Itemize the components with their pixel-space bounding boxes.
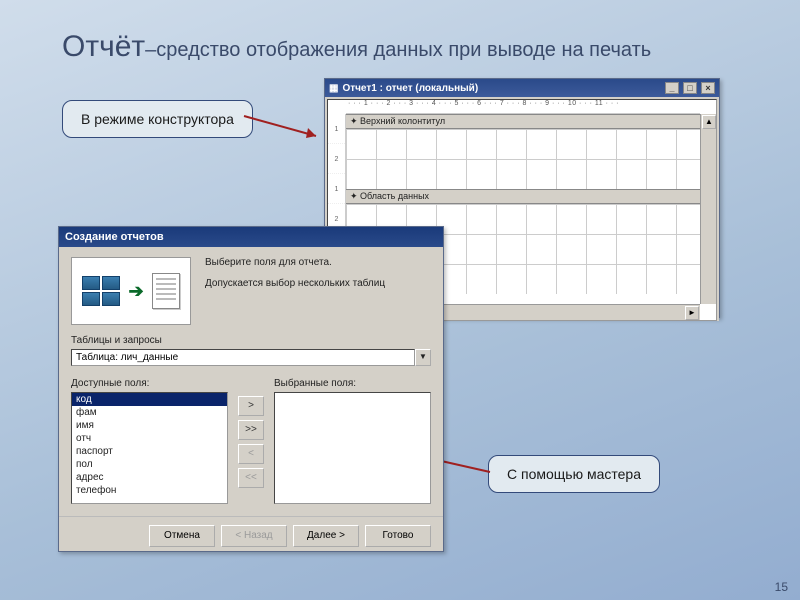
available-fields-label: Доступные поля:	[71, 378, 149, 389]
list-item[interactable]: пол	[72, 458, 227, 471]
section-header-bar[interactable]: ✦ Верхний колонтитул	[346, 114, 700, 129]
move-back-button[interactable]: <	[238, 444, 264, 464]
list-item[interactable]: код	[72, 393, 227, 406]
list-item[interactable]: паспорт	[72, 445, 227, 458]
tables-icon	[82, 276, 120, 306]
title-sub: –средство отображения данных при выводе …	[145, 39, 651, 61]
callout-designer: В режиме конструктора	[62, 100, 253, 138]
tables-combo[interactable]: ▼	[71, 349, 431, 366]
list-item[interactable]: имя	[72, 419, 227, 432]
callout-wizard: С помощью мастера	[488, 455, 660, 493]
section-detail-bar[interactable]: ✦ Область данных	[346, 189, 700, 204]
list-item[interactable]: отч	[72, 432, 227, 445]
document-icon	[152, 273, 180, 309]
tables-label: Таблицы и запросы	[71, 335, 431, 346]
next-button[interactable]: Далее >	[293, 525, 359, 547]
wizard-dialog: Создание отчетов ➔ Выберите поля для отч…	[58, 226, 444, 552]
finish-button[interactable]: Готово	[365, 525, 431, 547]
arrow-to-designer	[242, 110, 330, 144]
move-one-button[interactable]: >	[238, 396, 264, 416]
scrollbar-vertical[interactable]: ▲	[700, 114, 716, 304]
move-all-button[interactable]: >>	[238, 420, 264, 440]
tables-combo-input[interactable]	[71, 349, 415, 366]
selected-fields-list[interactable]	[274, 392, 431, 504]
section-header-grid[interactable]	[346, 129, 700, 189]
wizard-title: Создание отчетов	[59, 227, 443, 247]
back-button[interactable]: < Назад	[221, 525, 287, 547]
minimize-button[interactable]: _	[665, 82, 679, 94]
ruler-horizontal: · · · 1 · · · 2 · · · 3 · · · 4 · · · 5 …	[346, 100, 700, 114]
page-number: 15	[775, 580, 788, 594]
title-main: Отчёт	[62, 30, 145, 63]
chevron-down-icon[interactable]: ▼	[415, 349, 431, 366]
arrow-icon: ➔	[128, 281, 143, 302]
available-fields-list[interactable]: код фам имя отч паспорт пол адрес телефо…	[71, 392, 228, 504]
move-back-all-button[interactable]: <<	[238, 468, 264, 488]
scroll-right-icon[interactable]: ►	[685, 306, 699, 320]
close-button[interactable]: ×	[701, 82, 715, 94]
list-item[interactable]: фам	[72, 406, 227, 419]
slide-title: Отчёт–средство отображения данных при вы…	[62, 30, 651, 64]
cancel-button[interactable]: Отмена	[149, 525, 215, 547]
wizard-illustration: ➔	[71, 257, 191, 325]
scroll-up-icon[interactable]: ▲	[702, 115, 716, 129]
list-item[interactable]: телефон	[72, 484, 227, 497]
wizard-prompt: Выберите поля для отчета. Допускается вы…	[205, 257, 385, 325]
designer-title-text: Отчет1 : отчет (локальный)	[342, 83, 478, 94]
maximize-button[interactable]: □	[683, 82, 697, 94]
designer-titlebar: ▦ Отчет1 : отчет (локальный) _ □ ×	[325, 79, 719, 97]
list-item[interactable]: адрес	[72, 471, 227, 484]
selected-fields-label: Выбранные поля:	[274, 378, 356, 389]
report-icon: ▦	[329, 83, 338, 94]
